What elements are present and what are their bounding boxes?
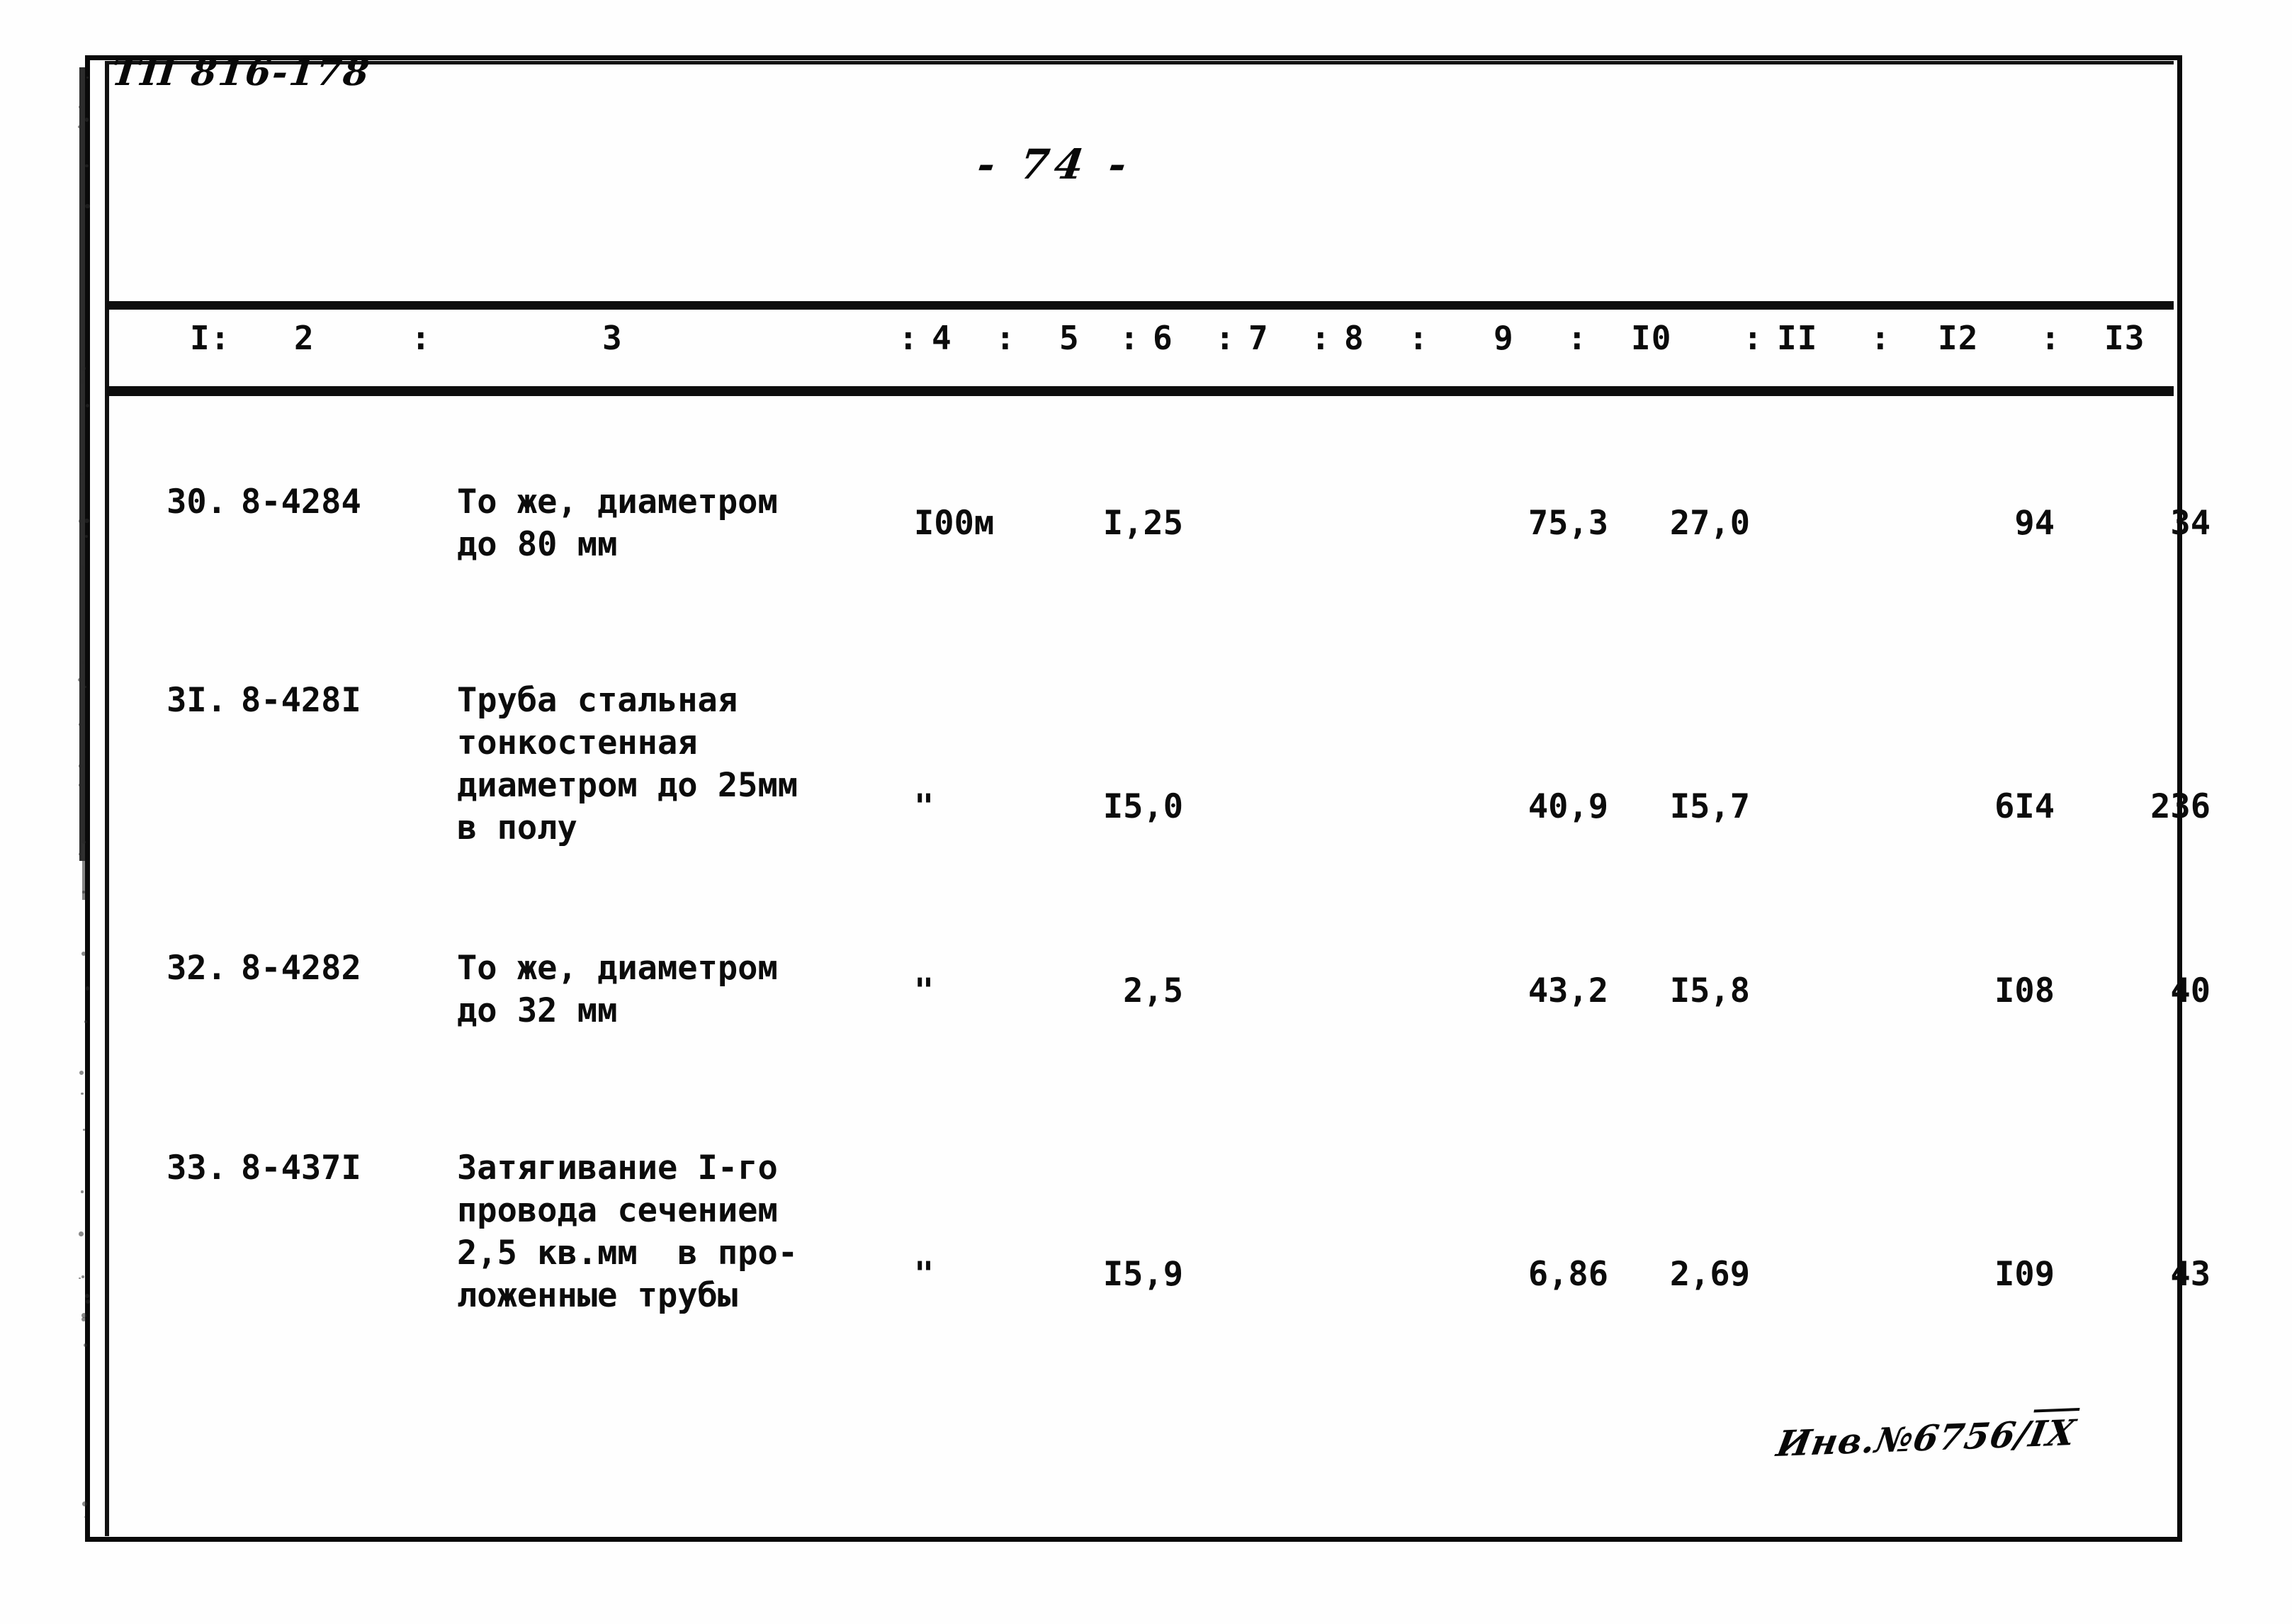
column-header-10: 6 [1153,319,1173,357]
column-header-13: : [1311,319,1331,357]
row-description: То же, диаметром до 32 мм [457,947,910,1032]
row-code: 8-4282 [241,947,432,990]
row-quantity: I5,0 [1049,786,1183,828]
column-header-18: I0 [1631,319,1671,357]
inventory-number: 6756/ [1910,1413,2033,1459]
row-unit: " [914,786,1041,828]
row-col10-value: I5,7 [1622,786,1750,828]
column-header-11: : [1215,319,1236,357]
row-unit: " [914,1253,1041,1296]
inventory-volume: IX [2026,1408,2079,1455]
row-col9-value: 40,9 [1481,786,1608,828]
scan-speckle [86,986,89,990]
row-col9-value: 75,3 [1481,502,1608,545]
column-header-8: 5 [1059,319,1080,357]
row-unit: " [914,970,1041,1013]
column-header-14: 8 [1344,319,1365,357]
row-col10-value: 2,69 [1622,1253,1750,1296]
row-col9-value: 6,86 [1481,1253,1608,1296]
column-header-15: : [1408,319,1429,357]
scan-speckle [79,1231,84,1236]
table-header-bottom-rule [106,386,2174,396]
row-col10-value: I5,8 [1622,970,1750,1013]
table-body: 30. 8-4284 То же, диаметром до 80 мм I00м I,… [106,396,2174,1536]
scan-speckle [79,519,84,524]
scan-speckle [81,366,86,371]
scan-speckle [78,678,81,682]
scan-speckle [79,853,80,855]
table-column-header-row: I: 2:3:4:5:6:7:8:9: I0: II: I2: I3 [106,319,2174,383]
scan-speckle [84,519,89,523]
scan-speckle [86,1299,90,1304]
row-col12-value: 94 [1920,502,2055,545]
scan-speckle [82,661,84,663]
scan-speckle [79,106,81,108]
row-quantity: 2,5 [1049,970,1183,1013]
row-index: 3I. [106,680,227,722]
frame-inner-top-rule [105,61,2174,64]
scan-speckle [86,77,89,79]
row-quantity: I5,9 [1049,1253,1183,1296]
scan-speckle [80,473,83,475]
row-col9-value: 43,2 [1481,970,1608,1013]
row-code: 8-437I [241,1147,432,1190]
row-unit: I00м [914,502,1041,545]
document-code-annotation: ТП 816-178 [110,51,373,94]
scan-speckle [79,764,83,768]
column-header-12: 7 [1248,319,1269,357]
table-header-top-rule [106,301,2174,310]
column-header-22: I2 [1938,319,1978,357]
scan-speckle [81,1190,83,1192]
scan-speckle [84,686,86,688]
column-header-2: 2 [294,319,315,357]
row-description: Затягивание I-го провода сечением 2,5 кв… [457,1147,910,1317]
row-col13-value: 40 [2083,970,2211,1013]
scan-speckle [79,1071,84,1075]
row-col12-value: I09 [1920,1253,2055,1296]
column-header-21: : [1870,319,1891,357]
inventory-prefix: Инв. [1773,1419,1879,1465]
scan-speckle [85,164,89,168]
column-header-1: I: [190,319,230,357]
row-code: 8-428I [241,680,432,722]
column-header-3: : [411,319,431,357]
row-col13-value: 34 [2083,502,2211,545]
scan-speckle [81,1275,84,1278]
scanned-page: ТП 816-178 - 74 - I: 2:3:4:5:6:7:8:9: I0: I… [0,0,2292,1624]
column-header-20: II [1777,319,1817,357]
row-index: 33. [106,1147,227,1190]
column-header-23: : [2040,319,2061,357]
column-header-24: I3 [2104,319,2145,357]
row-description: То же, диаметром до 80 мм [457,481,910,566]
row-col12-value: 6I4 [1920,786,2055,828]
scan-speckle [85,118,89,122]
row-index: 30. [106,481,227,524]
row-code: 8-4284 [241,481,432,524]
scan-speckle [78,125,81,128]
column-header-16: 9 [1494,319,1514,357]
scan-speckle [81,565,84,569]
row-col13-value: 236 [2083,786,2211,828]
row-description: Труба стальная тонкостенная диаметром до… [457,680,910,850]
column-header-5: : [898,319,919,357]
scan-speckle [85,1294,89,1298]
scan-speckle [81,1093,83,1095]
scan-speckle [79,1278,81,1280]
column-header-6: 4 [932,319,952,357]
column-header-17: : [1567,319,1588,357]
page-number-annotation: - 74 - [974,140,1135,188]
column-header-7: : [995,319,1016,357]
scan-speckle [83,1129,85,1131]
scan-speckle [82,891,85,893]
row-col10-value: 27,0 [1622,502,1750,545]
row-index: 32. [106,947,227,990]
column-header-9: : [1119,319,1140,357]
row-quantity: I,25 [1049,502,1183,545]
row-col12-value: I08 [1920,970,2055,1013]
scan-speckle [84,1020,87,1023]
column-header-19: : [1743,319,1763,357]
column-header-4: 3 [602,319,623,357]
scan-speckle [79,784,81,786]
row-col13-value: 43 [2083,1253,2211,1296]
